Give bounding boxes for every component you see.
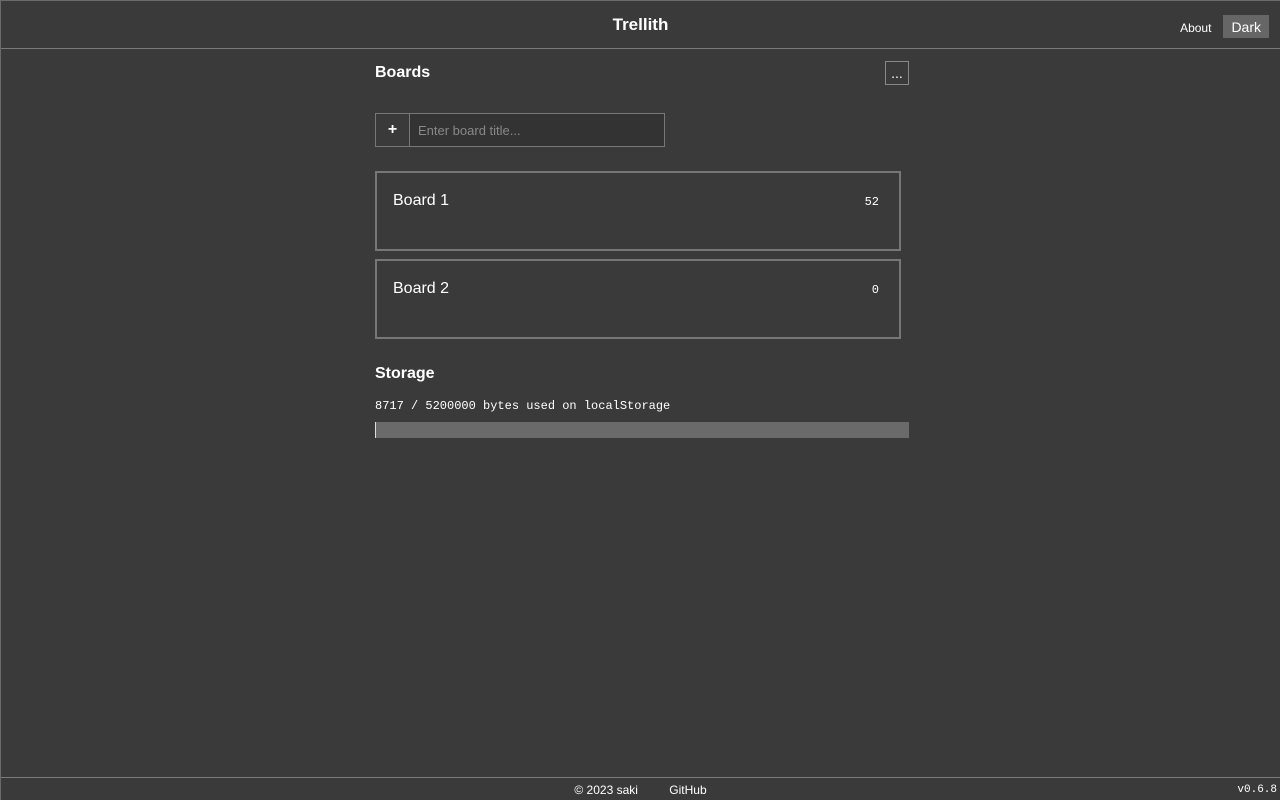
board-title-input[interactable] bbox=[409, 113, 665, 147]
more-options-button[interactable]: ... bbox=[885, 61, 909, 85]
board-card-count: 0 bbox=[871, 283, 879, 297]
board-list: Board 1 52 Board 2 0 bbox=[375, 171, 901, 339]
storage-title: Storage bbox=[375, 365, 435, 382]
copyright-text: © 2023 saki bbox=[574, 783, 638, 797]
board-card[interactable]: Board 1 52 bbox=[375, 171, 901, 251]
github-link[interactable]: GitHub bbox=[669, 783, 706, 797]
app-footer: © 2023 saki GitHub v0.6.8 bbox=[1, 777, 1280, 800]
app-title: Trellith bbox=[612, 15, 669, 34]
board-name: Board 2 bbox=[393, 280, 450, 297]
storage-usage-text: 8717 / 5200000 bytes used on localStorag… bbox=[375, 399, 671, 413]
footer-center: © 2023 saki GitHub bbox=[1, 783, 1280, 797]
theme-toggle-button[interactable]: Dark bbox=[1223, 15, 1269, 38]
boards-title: Boards bbox=[375, 64, 431, 81]
main-content: Boards ... + Board 1 52 Board 2 0 Storag… bbox=[375, 49, 909, 438]
board-name: Board 1 bbox=[393, 192, 450, 209]
about-link[interactable]: About bbox=[1180, 21, 1211, 35]
boards-section-header: Boards ... bbox=[375, 49, 909, 97]
board-card[interactable]: Board 2 0 bbox=[375, 259, 901, 339]
board-card-count: 52 bbox=[864, 195, 879, 209]
add-board-button[interactable]: + bbox=[375, 113, 409, 147]
storage-progress-bar bbox=[375, 422, 909, 438]
version-label: v0.6.8 bbox=[1237, 784, 1277, 796]
add-board-form: + bbox=[375, 113, 665, 147]
header-actions: About Dark bbox=[1180, 15, 1269, 38]
storage-progress-fill bbox=[375, 422, 376, 438]
app-header: Trellith About Dark bbox=[1, 0, 1280, 49]
